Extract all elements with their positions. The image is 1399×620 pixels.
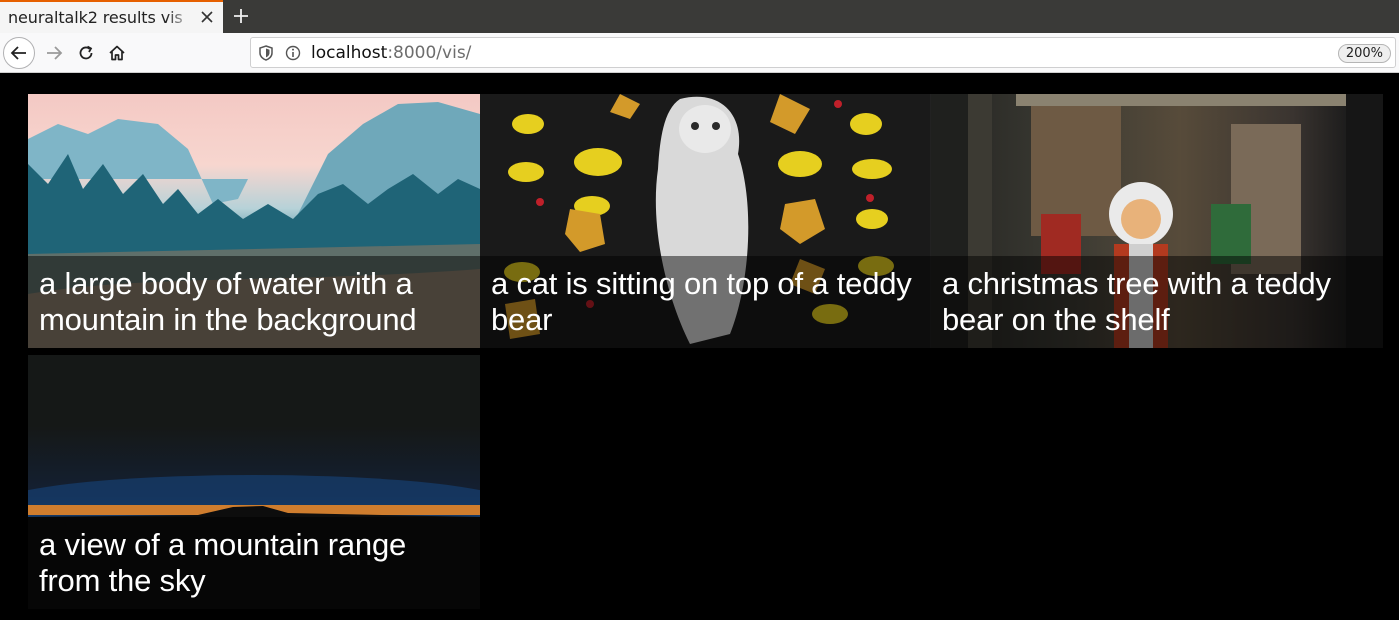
result-card: a christmas tree with a teddy bear on th… <box>931 94 1383 348</box>
home-button[interactable] <box>101 37 133 69</box>
back-button[interactable] <box>3 37 35 69</box>
url-host: localhost <box>311 43 388 63</box>
home-icon <box>109 45 125 61</box>
reload-icon <box>79 45 93 60</box>
forward-button[interactable] <box>38 37 70 69</box>
result-card: a cat is sitting on top of a teddy bear <box>480 94 932 348</box>
plus-icon <box>234 9 248 23</box>
results-gallery: a large body of water with a mountain in… <box>0 74 1399 620</box>
tab-title: neuraltalk2 results vis <box>8 8 183 27</box>
zoom-level-badge[interactable]: 200% <box>1337 44 1391 63</box>
close-tab-icon[interactable] <box>199 9 215 25</box>
result-caption: a cat is sitting on top of a teddy bear <box>480 256 932 348</box>
result-caption: a view of a mountain range from the sky <box>28 517 480 609</box>
result-card: a large body of water with a mountain in… <box>28 94 480 348</box>
result-caption: a large body of water with a mountain in… <box>28 256 480 348</box>
address-bar[interactable]: localhost:8000/vis/ 200% <box>250 37 1396 68</box>
url-path: :8000/vis/ <box>387 43 472 63</box>
arrow-left-icon <box>10 46 26 60</box>
navigation-toolbar: localhost:8000/vis/ 200% <box>0 33 1399 73</box>
url-text[interactable]: localhost:8000/vis/ <box>311 43 471 63</box>
info-icon[interactable] <box>285 45 301 65</box>
result-caption: a christmas tree with a teddy bear on th… <box>931 256 1383 348</box>
tab-strip: neuraltalk2 results vis <box>0 0 1399 33</box>
new-tab-button[interactable] <box>229 4 253 28</box>
reload-button[interactable] <box>70 37 102 69</box>
shield-icon[interactable] <box>259 45 273 65</box>
result-card: a view of a mountain range from the sky <box>28 355 480 609</box>
browser-tab[interactable]: neuraltalk2 results vis <box>0 0 223 33</box>
arrow-right-icon <box>47 46 63 60</box>
